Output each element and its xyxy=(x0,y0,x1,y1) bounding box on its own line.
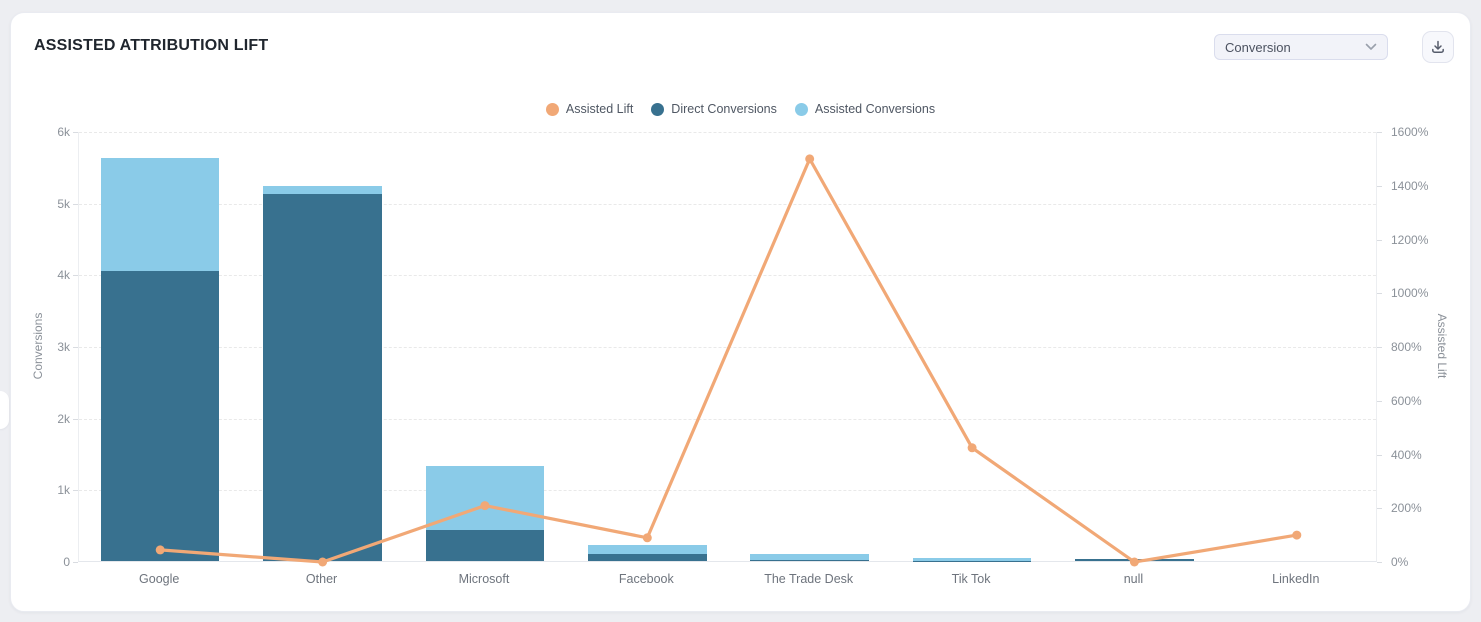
right-axis-tick-label: 800% xyxy=(1391,339,1422,355)
left-axis-tick-label: 1k xyxy=(11,482,70,498)
lift-line-layer xyxy=(79,132,1378,562)
left-axis-tick-label: 4k xyxy=(11,267,70,283)
right-axis-tick xyxy=(1377,240,1382,241)
left-axis-tick xyxy=(73,490,78,491)
left-axis-tick-label: 0 xyxy=(11,554,70,570)
assisted-attribution-lift-card: ASSISTED ATTRIBUTION LIFT Conversion Ass… xyxy=(10,12,1471,612)
lift-line-marker[interactable] xyxy=(480,501,489,510)
right-axis-tick xyxy=(1377,508,1382,509)
left-axis-tick xyxy=(73,347,78,348)
right-axis-tick xyxy=(1377,293,1382,294)
right-axis-tick-label: 1600% xyxy=(1391,124,1428,140)
x-axis-label: The Trade Desk xyxy=(764,572,853,586)
left-axis-tick-label: 5k xyxy=(11,196,70,212)
right-axis-title: Assisted Lift xyxy=(1435,314,1449,379)
left-axis-tick-label: 6k xyxy=(11,124,70,140)
left-axis-tick xyxy=(73,562,78,563)
page-edge-artifact xyxy=(0,391,9,429)
plot-area xyxy=(78,132,1377,562)
x-axis-label: Other xyxy=(306,572,337,586)
lift-line-marker[interactable] xyxy=(643,533,652,542)
left-axis-tick xyxy=(73,132,78,133)
lift-line-marker[interactable] xyxy=(318,558,327,567)
lift-line-marker[interactable] xyxy=(805,154,814,163)
x-axis-label: LinkedIn xyxy=(1272,572,1319,586)
right-axis-tick-label: 600% xyxy=(1391,393,1422,409)
x-axis-label: Tik Tok xyxy=(952,572,991,586)
lift-line-marker[interactable] xyxy=(968,443,977,452)
left-axis-tick xyxy=(73,204,78,205)
left-axis-tick xyxy=(73,419,78,420)
right-axis-tick xyxy=(1377,562,1382,563)
left-axis-tick xyxy=(73,275,78,276)
right-axis-tick xyxy=(1377,455,1382,456)
right-axis-tick xyxy=(1377,401,1382,402)
right-axis-tick-label: 200% xyxy=(1391,500,1422,516)
right-axis-tick xyxy=(1377,347,1382,348)
lift-line xyxy=(160,159,1297,562)
right-axis-tick xyxy=(1377,186,1382,187)
right-axis-tick-label: 1000% xyxy=(1391,285,1428,301)
lift-line-marker[interactable] xyxy=(1130,558,1139,567)
chart-region: Conversions Assisted Lift 01k2k3k4k5k6k0… xyxy=(11,13,1470,611)
x-axis-label: null xyxy=(1124,572,1143,586)
right-axis-tick-label: 1200% xyxy=(1391,232,1428,248)
left-axis-tick-label: 3k xyxy=(11,339,70,355)
lift-line-marker[interactable] xyxy=(156,545,165,554)
lift-line-marker[interactable] xyxy=(1292,531,1301,540)
x-axis-label: Microsoft xyxy=(459,572,510,586)
x-axis-label: Google xyxy=(139,572,179,586)
left-axis-tick-label: 2k xyxy=(11,411,70,427)
right-axis-tick-label: 1400% xyxy=(1391,178,1428,194)
right-axis-tick xyxy=(1377,132,1382,133)
right-axis-tick-label: 0% xyxy=(1391,554,1408,570)
right-axis-tick-label: 400% xyxy=(1391,447,1422,463)
x-axis-label: Facebook xyxy=(619,572,674,586)
